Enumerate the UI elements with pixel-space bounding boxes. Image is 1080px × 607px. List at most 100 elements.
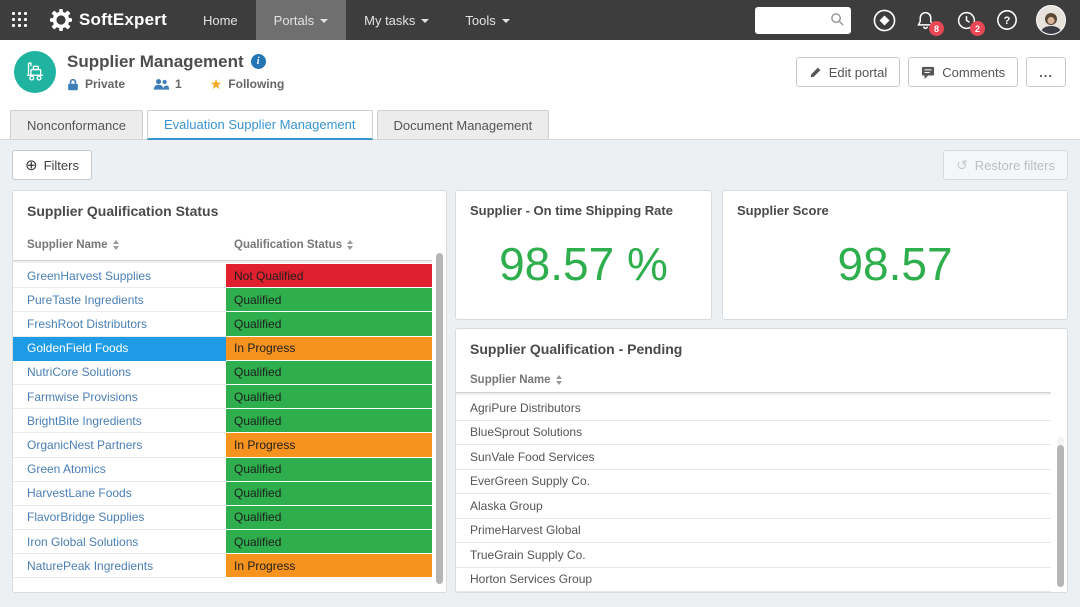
table-row[interactable]: Iron Global SolutionsQualified <box>13 530 446 554</box>
sort-icon[interactable] <box>113 240 119 250</box>
qualification-status-cell: Not Qualified <box>226 264 432 288</box>
supplier-name-link[interactable]: NaturePeak Ingredients <box>13 554 226 578</box>
supplier-name-link[interactable]: PureTaste Ingredients <box>13 288 226 312</box>
chevron-down-icon <box>502 19 510 23</box>
page-title: Supplier Management <box>67 52 244 72</box>
portal-icon <box>14 51 56 93</box>
global-search <box>755 7 851 34</box>
supplier-name-link[interactable]: OrganicNest Partners <box>13 433 226 457</box>
nav-item-home[interactable]: Home <box>185 0 256 40</box>
portal-content: ⊕ Filters ↺ Restore filters Supplier Qua… <box>0 140 1080 607</box>
supplier-name-link[interactable]: Iron Global Solutions <box>13 530 226 554</box>
table-row[interactable]: Farmwise ProvisionsQualified <box>13 385 446 409</box>
search-icon <box>830 12 845 27</box>
info-icon[interactable]: i <box>251 54 266 69</box>
chevron-down-icon <box>320 19 328 23</box>
workspace-icon[interactable] <box>872 8 896 32</box>
list-item[interactable]: EverGreen Supply Co. <box>456 470 1051 495</box>
tab-evaluation-supplier-management[interactable]: Evaluation Supplier Management <box>147 110 373 140</box>
star-icon: ★ <box>210 76 223 93</box>
qualification-status-cell: Qualified <box>226 506 432 530</box>
table-row[interactable]: BrightBite IngredientsQualified <box>13 409 446 433</box>
table-row[interactable]: FreshRoot DistributorsQualified <box>13 312 446 336</box>
table-row[interactable]: GoldenField FoodsIn Progress <box>13 337 446 361</box>
table-row[interactable]: HarvestLane FoodsQualified <box>13 482 446 506</box>
column-header-supplier-name[interactable]: Supplier Name <box>13 239 226 251</box>
portal-header: Supplier Management i Private 1 ★ Follow <box>0 40 1080 104</box>
qualification-status-cell: Qualified <box>226 482 432 506</box>
qualification-status-card: Supplier Qualification Status Supplier N… <box>12 190 447 593</box>
supplier-name-link[interactable]: Green Atomics <box>13 458 226 482</box>
brand-logo[interactable]: SoftExpert <box>40 0 185 40</box>
nav-item-portals[interactable]: Portals <box>256 0 346 40</box>
card-title: Supplier - On time Shipping Rate <box>456 191 711 218</box>
supplier-name-link[interactable]: FlavorBridge Supplies <box>13 506 226 530</box>
supplier-name-link[interactable]: HarvestLane Foods <box>13 482 226 506</box>
supplier-name-link[interactable]: NutriCore Solutions <box>13 361 226 385</box>
qualification-status-cell: In Progress <box>226 337 432 361</box>
nav-item-tools[interactable]: Tools <box>447 0 527 40</box>
help-icon[interactable]: ? <box>995 8 1019 32</box>
card-title: Supplier Score <box>723 191 1067 218</box>
scrollbar[interactable] <box>1057 437 1064 578</box>
edit-portal-button[interactable]: Edit portal <box>796 57 901 87</box>
table-row[interactable]: PureTaste IngredientsQualified <box>13 288 446 312</box>
list-item[interactable]: PrimeHarvest Global <box>456 519 1051 544</box>
supplier-score-card: Supplier Score 98.57 <box>722 190 1068 320</box>
sort-icon[interactable] <box>556 375 562 385</box>
restore-icon: ↺ <box>956 158 968 172</box>
table-row[interactable]: FlavorBridge SuppliesQualified <box>13 506 446 530</box>
qualification-table-body: GreenHarvest SuppliesNot QualifiedPureTa… <box>13 261 446 592</box>
shipping-rate-value: 98.57 % <box>456 218 711 319</box>
supplier-name-link[interactable]: GreenHarvest Supplies <box>13 264 226 288</box>
card-title: Supplier Qualification - Pending <box>456 329 1067 367</box>
app-launcher-icon[interactable] <box>0 0 40 40</box>
table-row[interactable]: NaturePeak IngredientsIn Progress <box>13 554 446 578</box>
scrollbar-thumb[interactable] <box>436 253 443 584</box>
list-item[interactable]: TrueGrain Supply Co. <box>456 543 1051 568</box>
scrollbar[interactable] <box>436 253 443 584</box>
comments-button[interactable]: Comments <box>908 57 1018 87</box>
table-row[interactable]: NutriCore SolutionsQualified <box>13 361 446 385</box>
filters-button[interactable]: ⊕ Filters <box>12 150 92 180</box>
column-header-supplier-name[interactable]: Supplier Name <box>456 374 669 386</box>
card-title: Supplier Qualification Status <box>13 191 446 229</box>
notifications-bell-icon[interactable]: 8 <box>913 8 937 32</box>
restore-filters-button[interactable]: ↺ Restore filters <box>943 150 1068 180</box>
tab-nonconformance[interactable]: Nonconformance <box>10 110 143 139</box>
qualification-pending-card: Supplier Qualification - Pending Supplie… <box>455 328 1068 593</box>
list-item[interactable]: Horton Services Group <box>456 568 1051 593</box>
column-header-qualification-status[interactable]: Qualification Status <box>226 239 432 251</box>
chevron-down-icon <box>421 19 429 23</box>
list-item[interactable]: AgriPure Distributors <box>456 396 1051 421</box>
list-item[interactable]: SunVale Food Services <box>456 445 1051 470</box>
table-row[interactable]: OrganicNest PartnersIn Progress <box>13 433 446 457</box>
supplier-name-link[interactable]: BrightBite Ingredients <box>13 409 226 433</box>
table-row[interactable]: GreenHarvest SuppliesNot Qualified <box>13 264 446 288</box>
sort-icon[interactable] <box>347 240 353 250</box>
user-avatar[interactable] <box>1036 5 1066 35</box>
privacy-label: Private <box>85 77 125 91</box>
tab-document-management[interactable]: Document Management <box>377 110 550 139</box>
plus-circle-icon: ⊕ <box>25 158 38 173</box>
qualification-status-cell: Qualified <box>226 312 432 336</box>
pending-table-body: AgriPure DistributorsBlueSprout Solution… <box>456 393 1067 592</box>
supplier-name-link[interactable]: FreshRoot Distributors <box>13 312 226 336</box>
list-item[interactable]: BlueSprout Solutions <box>456 421 1051 446</box>
table-row[interactable]: Green AtomicsQualified <box>13 458 446 482</box>
table-header: Supplier Name Qualification Status <box>13 229 432 261</box>
qualification-status-cell: In Progress <box>226 433 432 457</box>
list-item[interactable]: Alaska Group <box>456 494 1051 519</box>
scrollbar-thumb[interactable] <box>1057 445 1064 587</box>
supplier-name-link[interactable]: GoldenField Foods <box>13 337 226 361</box>
qualification-status-cell: Qualified <box>226 361 432 385</box>
more-actions-button[interactable]: ... <box>1026 57 1066 87</box>
nav-item-my-tasks[interactable]: My tasks <box>346 0 447 40</box>
main-menu: Home Portals My tasks Tools <box>185 0 528 40</box>
qualification-status-cell: In Progress <box>226 554 432 578</box>
following-label[interactable]: Following <box>228 77 284 91</box>
ellipsis-icon: ... <box>1039 65 1053 80</box>
table-header: Supplier Name <box>456 367 1051 393</box>
pending-tasks-icon[interactable]: 2 <box>954 8 978 32</box>
supplier-name-link[interactable]: Farmwise Provisions <box>13 385 226 409</box>
